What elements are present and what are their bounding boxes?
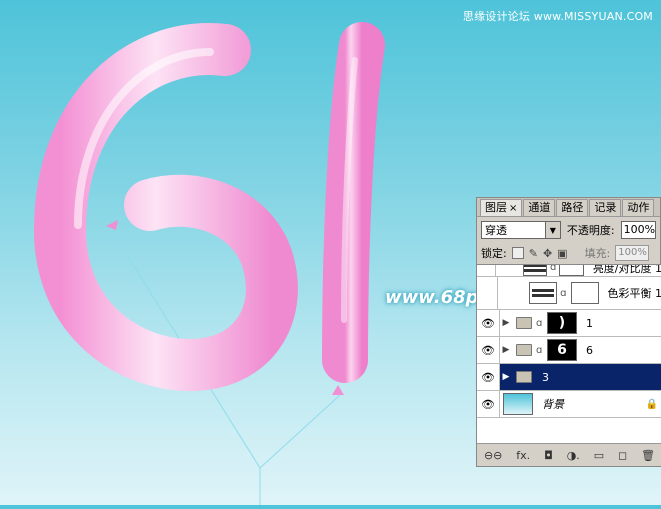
fx-icon[interactable]: fx. [516,449,530,462]
eye-icon[interactable]: 👁 [477,337,500,363]
layer-row-selected[interactable]: 👁 ▶ 3 [477,364,661,391]
mask-thumbnail: ) [547,312,577,334]
layer-name: 亮度/对比度 1 [593,264,661,276]
layers-list: ɑ 亮度/对比度 1 ɑ 色彩平衡 1 👁 ▶ ɑ ) 1 👁 ▶ ɑ 6 6 [477,264,661,445]
new-layer-icon[interactable]: ◻ [618,449,627,462]
fill-label: 填充: [585,245,611,261]
opacity-field[interactable]: 100% [621,221,656,239]
chevron-down-icon: ▼ [545,222,560,238]
link-icon: ɑ [536,345,544,356]
layer-row[interactable]: 👁 ▶ ɑ 6 6 [477,337,661,364]
visibility-toggle[interactable] [477,277,498,309]
eye-icon[interactable]: 👁 [477,364,500,390]
expand-triangle-icon[interactable]: ▶ [500,345,512,355]
tab-layers[interactable]: 图层× [480,199,522,216]
opacity-label: 不透明度: [567,222,615,238]
layer-row[interactable]: 👁 ▶ ɑ ) 1 [477,310,661,337]
tab-history[interactable]: 记录 [589,199,621,216]
link-icon: ɑ [550,264,556,273]
group-icon[interactable]: ▭ [594,449,604,462]
link-icon: ɑ [536,318,544,329]
mask-thumbnail [571,282,599,304]
panel-tabs: 图层× 通道 路径 记录 动作 [477,198,660,217]
tab-paths[interactable]: 路径 [556,199,588,216]
blend-mode-select[interactable]: 穿透 ▼ [481,221,561,239]
layer-row[interactable]: ɑ 亮度/对比度 1 [477,264,661,277]
balloon-six-knot [106,220,118,230]
link-layers-icon[interactable]: ⊖⊖ [484,449,502,462]
lock-all-icon[interactable]: ▣ [557,247,567,260]
folder-icon [516,317,532,329]
folder-icon [516,344,532,356]
lock-image-icon[interactable]: ✎ [529,247,538,260]
tab-actions[interactable]: 动作 [622,199,654,216]
lock-icon: 🔒 [646,399,658,410]
mask-thumbnail: 6 [547,339,577,361]
fill-field[interactable]: 100% [615,245,649,261]
layers-panel: 图层× 通道 路径 记录 动作 穿透 ▼ 不透明度: 100% 锁定: ✎ ✥ … [476,197,661,467]
layer-name: 3 [542,371,549,384]
expand-triangle-icon[interactable]: ▶ [500,318,512,328]
eye-icon[interactable]: 👁 [477,391,500,417]
layer-name: 色彩平衡 1 [608,285,661,301]
link-icon: ɑ [560,288,567,299]
watermark-top: 思缘设计论坛 www.MISSYUAN.COM [463,8,653,24]
lock-transparency-icon[interactable] [512,247,524,259]
mask-thumbnail [559,264,583,276]
tab-channels[interactable]: 通道 [523,199,555,216]
adjustment-thumbnail [523,264,547,276]
layer-name: 6 [586,344,593,357]
close-icon[interactable]: × [509,203,517,214]
lock-position-icon[interactable]: ✥ [543,247,552,260]
visibility-toggle[interactable] [477,264,496,276]
mask-icon[interactable]: ◘ [544,449,553,462]
layer-row[interactable]: 👁 背景 🔒 [477,391,661,418]
layer-name: 1 [586,317,593,330]
balloon-one-knot [332,385,344,395]
adjustment-icon[interactable]: ◑. [567,449,580,462]
trash-icon[interactable]: 🗑 [641,449,655,462]
adjustment-thumbnail [529,282,557,304]
folder-icon [516,371,532,383]
layer-row[interactable]: ɑ 色彩平衡 1 [477,277,661,310]
eye-icon[interactable]: 👁 [477,310,500,336]
panel-bottom-toolbar: ⊖⊖ fx. ◘ ◑. ▭ ◻ 🗑 [477,443,661,466]
background-thumbnail [503,393,533,415]
layer-name: 背景 [542,396,564,412]
lock-label: 锁定: [481,245,507,261]
expand-triangle-icon[interactable]: ▶ [500,372,512,382]
